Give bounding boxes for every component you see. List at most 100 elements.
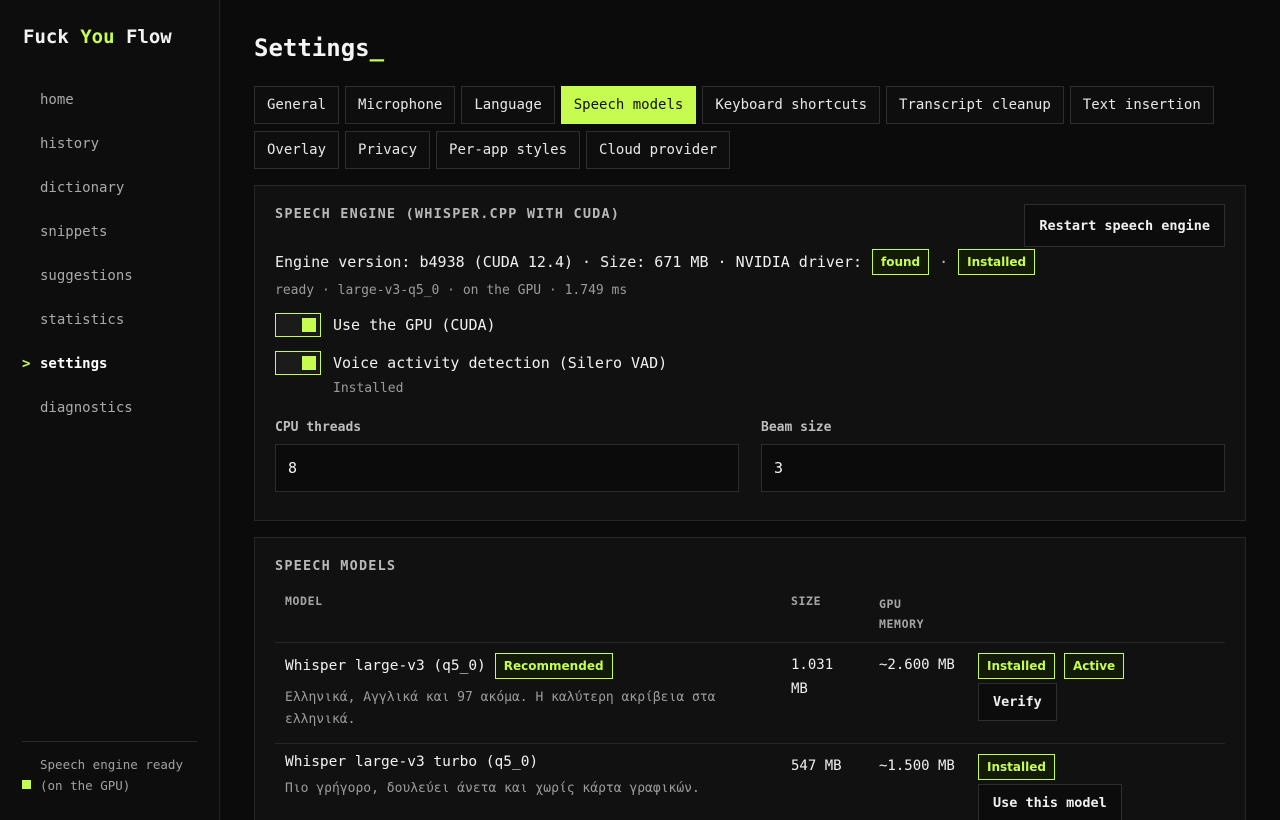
main-content: Settings_ General Microphone Language Sp… — [220, 0, 1280, 820]
engine-fields: CPU threads Beam size — [275, 420, 1225, 492]
models-table: MODEL SIZE GPU MEMORY Whisper large-v3 (… — [275, 594, 1225, 820]
model-actions: Installed Use this model — [978, 754, 1225, 820]
sidebar-item-label: statistics — [40, 312, 125, 328]
installed-badge: Installed — [978, 754, 1055, 780]
sidebar-item-label: suggestions — [40, 268, 133, 284]
tab-microphone[interactable]: Microphone — [345, 86, 456, 124]
tab-general[interactable]: General — [254, 86, 340, 124]
model-name: Whisper large-v3 (q5_0) — [285, 658, 486, 674]
status-badges: Installed Active — [978, 653, 1225, 679]
header-size: SIZE — [791, 594, 822, 608]
table-row: Whisper large-v3 (q5_0) Recommended Ελλη… — [275, 643, 1225, 744]
tab-per-app-styles[interactable]: Per-app styles — [436, 131, 581, 169]
model-description: Πιο γρήγορο, δουλεύει άνετα και χωρίς κά… — [285, 781, 700, 796]
toggle-knob — [302, 318, 316, 332]
model-size-unit: MB — [791, 681, 808, 697]
title-cursor: _ — [369, 34, 385, 62]
cpu-threads-label: CPU threads — [275, 420, 362, 435]
vad-status: Installed — [333, 381, 404, 396]
gpu-toggle[interactable] — [275, 313, 321, 337]
recommended-badge: Recommended — [494, 653, 613, 679]
restart-engine-button[interactable]: Restart speech engine — [1024, 204, 1225, 247]
table-header: MODEL SIZE GPU MEMORY — [275, 594, 1225, 643]
header-actions — [978, 594, 1225, 634]
installed-badge: Installed — [978, 653, 1055, 679]
model-gpu-memory: ~1.500 MB — [879, 758, 955, 774]
engine-version-line: Engine version: b4938 (CUDA 12.4) · Size… — [275, 249, 1225, 275]
vad-toggle[interactable] — [275, 351, 321, 375]
engine-status-text: Speech engine ready (on the GPU) — [40, 757, 183, 793]
sidebar-item-suggestions[interactable]: suggestions — [0, 254, 219, 298]
sidebar-item-dictionary[interactable]: dictionary — [0, 166, 219, 210]
header-gpu-line1: GPU — [879, 597, 902, 611]
engine-version-text: Engine version: b4938 (CUDA 12.4) · Size… — [275, 253, 862, 271]
speech-engine-card: SPEECH ENGINE (WHISPER.CPP WITH CUDA) Re… — [254, 185, 1246, 521]
chevron-right-icon: > — [22, 356, 31, 372]
model-size-value: 1.031 — [791, 657, 834, 673]
brand-logo: Fuck You Flow — [23, 26, 172, 48]
model-actions: Installed Active Verify — [978, 653, 1225, 731]
settings-tabs: General Microphone Language Speech model… — [254, 86, 1214, 169]
beam-size-label: Beam size — [761, 420, 832, 435]
engine-status: Speech engine ready (on the GPU) — [22, 741, 197, 796]
tab-speech-models[interactable]: Speech models — [560, 86, 697, 124]
model-name: Whisper large-v3 turbo (q5_0) — [285, 754, 539, 770]
sidebar-item-label: settings — [40, 356, 108, 372]
sidebar-item-diagnostics[interactable]: diagnostics — [0, 386, 219, 430]
table-row: Whisper large-v3 turbo (q5_0) Πιο γρήγορ… — [275, 744, 1225, 820]
driver-status-badge: found — [872, 249, 930, 275]
verify-button[interactable]: Verify — [978, 683, 1057, 721]
model-cell: Whisper large-v3 (q5_0) Recommended Ελλη… — [275, 653, 791, 731]
header-model: MODEL — [285, 594, 323, 608]
sidebar-item-label: snippets — [40, 224, 108, 240]
page-title: Settings_ — [254, 34, 1280, 66]
sidebar-item-label: diagnostics — [40, 400, 133, 416]
brand-part-2: You — [80, 26, 115, 48]
model-description: Ελληνικά, Αγγλικά και 97 ακόμα. Η καλύτε… — [285, 690, 716, 727]
sidebar-item-statistics[interactable]: statistics — [0, 298, 219, 342]
section-title: SPEECH MODELS — [275, 558, 397, 574]
sidebar-nav: home history dictionary snippets suggest… — [0, 78, 219, 430]
tab-keyboard-shortcuts[interactable]: Keyboard shortcuts — [702, 86, 881, 124]
tab-cloud-provider[interactable]: Cloud provider — [586, 131, 731, 169]
tab-transcript-cleanup[interactable]: Transcript cleanup — [886, 86, 1064, 124]
status-dot-icon — [22, 780, 31, 789]
model-size: 547 MB — [791, 758, 842, 774]
cpu-threads-input[interactable] — [275, 444, 739, 492]
tab-privacy[interactable]: Privacy — [345, 131, 431, 169]
header-gpu-memory: GPU MEMORY — [879, 594, 978, 634]
brand-part-3: Flow — [114, 26, 172, 48]
status-badges: Installed — [978, 754, 1225, 780]
beam-size-field: Beam size — [761, 420, 1225, 492]
sidebar-item-settings[interactable]: > settings — [0, 342, 219, 386]
sidebar-item-home[interactable]: home — [0, 78, 219, 122]
separator: · — [939, 253, 949, 271]
cpu-threads-field: CPU threads — [275, 420, 739, 492]
beam-size-input[interactable] — [761, 444, 1225, 492]
sidebar: Fuck You Flow home history dictionary sn… — [0, 0, 220, 820]
model-size: 1.031 MB — [791, 653, 879, 731]
model-cell: Whisper large-v3 turbo (q5_0) Πιο γρήγορ… — [275, 754, 791, 820]
toggle-knob — [302, 356, 316, 370]
brand-part-1: Fuck — [23, 26, 81, 48]
installed-badge: Installed — [958, 249, 1036, 275]
use-model-button[interactable]: Use this model — [978, 784, 1122, 820]
sidebar-item-label: home — [40, 92, 74, 108]
active-badge: Active — [1063, 653, 1125, 679]
gpu-toggle-label: Use the GPU (CUDA) — [333, 316, 496, 334]
model-name-line: Whisper large-v3 (q5_0) Recommended — [285, 653, 791, 679]
page-title-text: Settings — [254, 34, 370, 62]
sidebar-item-history[interactable]: history — [0, 122, 219, 166]
engine-status-line: ready · large-v3-q5_0 · on the GPU · 1.7… — [275, 283, 628, 298]
gpu-toggle-row: Use the GPU (CUDA) — [275, 313, 1225, 337]
speech-models-card: SPEECH MODELS MODEL SIZE GPU MEMORY Whis… — [254, 537, 1246, 820]
sidebar-item-snippets[interactable]: snippets — [0, 210, 219, 254]
tab-overlay[interactable]: Overlay — [254, 131, 340, 169]
tab-language[interactable]: Language — [461, 86, 555, 124]
header-gpu-line2: MEMORY — [879, 617, 925, 631]
app-window: Fuck You Flow home history dictionary sn… — [0, 0, 1280, 820]
sidebar-item-label: dictionary — [40, 180, 125, 196]
tab-text-insertion[interactable]: Text insertion — [1069, 86, 1214, 124]
vad-toggle-label: Voice activity detection (Silero VAD) — [333, 354, 668, 372]
model-name-line: Whisper large-v3 turbo (q5_0) — [285, 754, 791, 770]
